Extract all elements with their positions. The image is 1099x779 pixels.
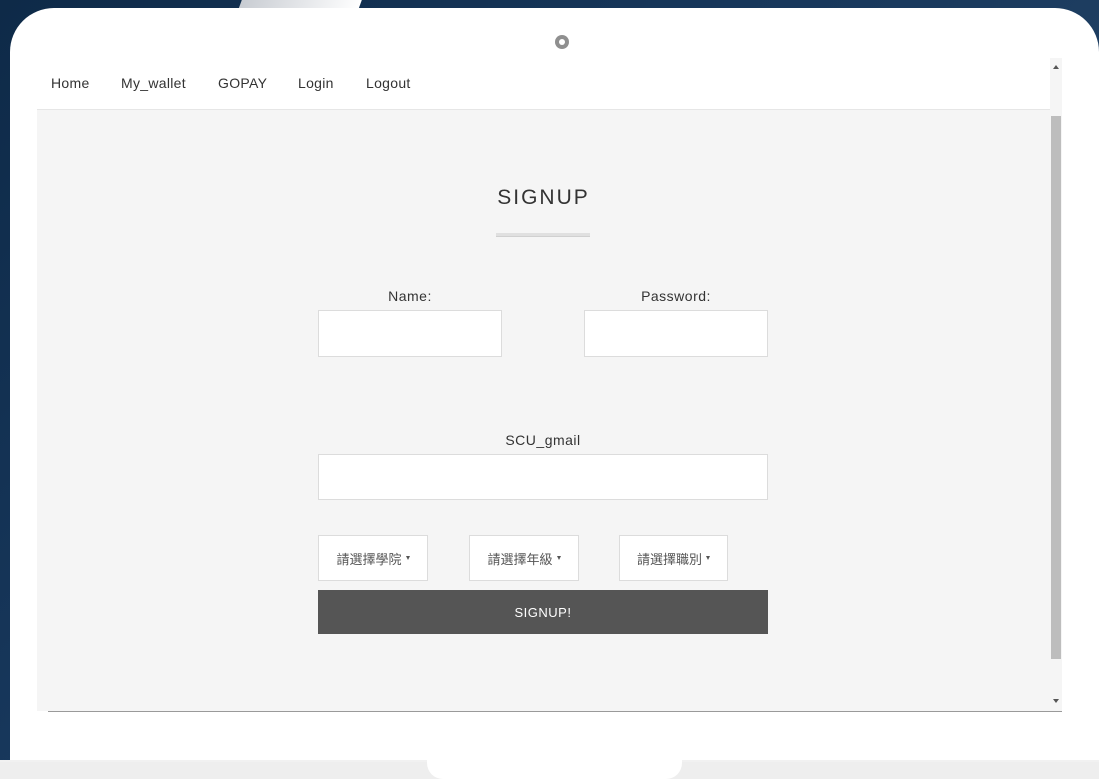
dropdown-caret-icon	[706, 556, 710, 560]
password-input[interactable]	[584, 310, 768, 357]
college-select[interactable]: 請選擇學院	[318, 535, 428, 581]
nav-login-link[interactable]: Login	[298, 75, 334, 91]
email-input[interactable]	[318, 454, 768, 500]
scroll-down-icon[interactable]	[1053, 699, 1059, 703]
title-divider	[496, 233, 590, 237]
scrollbar-thumb[interactable]	[1051, 116, 1061, 659]
grade-select[interactable]: 請選擇年級	[469, 535, 579, 581]
browser-viewport: Home My_wallet GOPAY Login Logout SIGNUP…	[37, 58, 1062, 711]
device-edge	[1093, 752, 1099, 760]
page-title: SIGNUP	[497, 186, 590, 209]
nav-home-link[interactable]: Home	[51, 75, 90, 91]
screen-bottom-divider	[48, 711, 1062, 712]
nav-logout-link[interactable]: Logout	[366, 75, 411, 91]
role-select[interactable]: 請選擇職別	[619, 535, 728, 581]
device-stand	[427, 758, 682, 779]
camera-icon	[555, 35, 569, 49]
dropdown-caret-icon	[405, 556, 410, 560]
dropdown-caret-icon	[556, 556, 561, 560]
nav-my-wallet-link[interactable]: My_wallet	[121, 75, 186, 91]
name-label: Name:	[388, 288, 432, 304]
signup-submit-button[interactable]: SIGNUP!	[318, 590, 768, 634]
scroll-up-icon[interactable]	[1053, 65, 1059, 69]
name-input[interactable]	[318, 310, 502, 357]
grade-select-value: 請選擇年級	[487, 552, 553, 568]
role-select-value: 請選擇職別	[636, 552, 702, 568]
college-select-value: 請選擇學院	[336, 552, 402, 568]
password-label: Password:	[641, 288, 711, 304]
nav-gopay-link[interactable]: GOPAY	[218, 75, 267, 91]
navbar: Home My_wallet GOPAY Login Logout	[37, 58, 1050, 110]
email-label: SCU_gmail	[505, 432, 581, 448]
vertical-scrollbar[interactable]	[1050, 58, 1062, 711]
